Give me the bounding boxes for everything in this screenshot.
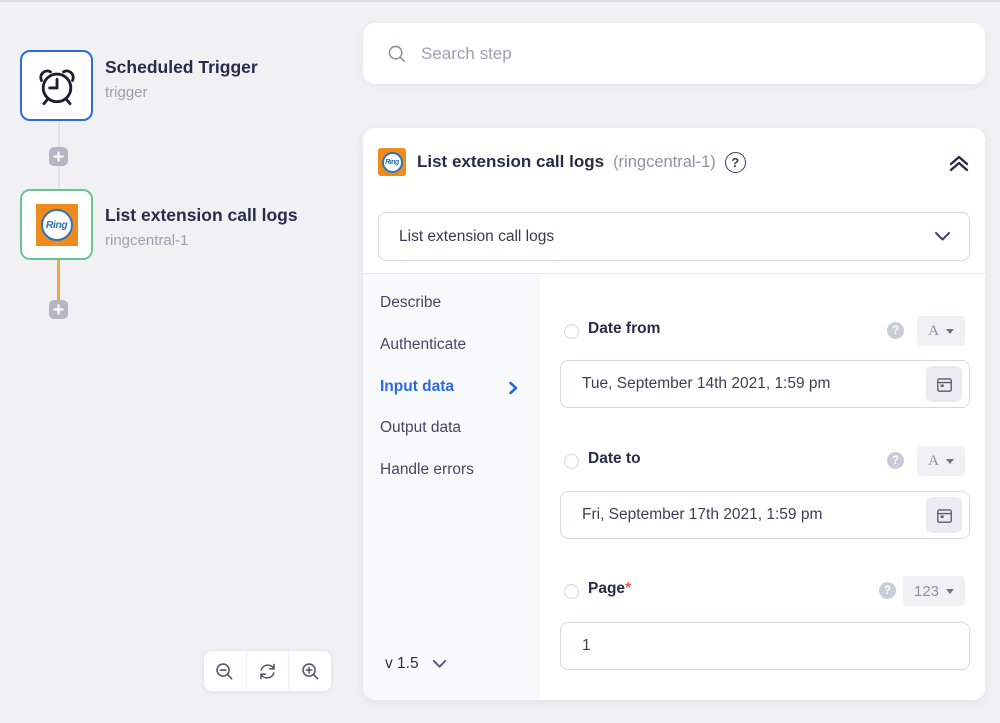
version-label: v 1.5 (385, 655, 419, 673)
tab-output-data[interactable]: Output data (380, 419, 461, 441)
tab-authenticate[interactable]: Authenticate (380, 336, 466, 358)
panel-tab-column: Describe Authenticate Input data Output … (363, 274, 540, 700)
trigger-node-subtitle: trigger (105, 84, 148, 101)
zoom-out-button[interactable] (204, 651, 246, 691)
date-from-input-wrap (560, 360, 970, 408)
chevron-right-icon (508, 381, 518, 395)
alarm-clock-icon (34, 63, 80, 109)
caret-down-icon (946, 589, 954, 594)
date-to-input-wrap (560, 491, 970, 539)
trigger-node[interactable] (20, 50, 93, 121)
date-to-radio[interactable] (564, 454, 579, 469)
ringcentral-node-title: List extension call logs (105, 205, 298, 226)
page-input-wrap (560, 622, 970, 670)
page-input[interactable] (561, 623, 969, 669)
step-search-bar (363, 23, 985, 84)
operation-select-value: List extension call logs (399, 228, 934, 246)
input-data-form: Date from ? A Date to ? A (540, 274, 985, 700)
date-to-calendar-button[interactable] (926, 497, 962, 533)
chevron-down-icon (432, 659, 447, 669)
type-chip-label: 123 (914, 583, 939, 600)
trigger-node-title: Scheduled Trigger (105, 57, 258, 78)
page-label: Page* (588, 580, 631, 598)
tab-describe[interactable]: Describe (380, 294, 441, 316)
help-icon[interactable]: ? (887, 452, 904, 469)
chevron-down-icon (934, 231, 951, 242)
tab-input-data[interactable]: Input data (380, 378, 454, 400)
tab-input-data-label: Input data (380, 378, 454, 395)
ringcentral-logo-text: Ring (385, 159, 399, 166)
step-properties-panel: Ring List extension call logs (ringcentr… (363, 128, 985, 700)
refresh-icon (257, 661, 278, 682)
collapse-panel-button[interactable] (945, 151, 973, 175)
search-icon (387, 44, 407, 64)
canvas-zoom-controls (203, 650, 332, 692)
date-from-type-chip[interactable]: A (917, 316, 965, 346)
ringcentral-node[interactable]: Ring (20, 189, 93, 260)
step-title: List extension call logs (417, 152, 604, 172)
caret-down-icon (946, 459, 954, 464)
date-to-label: Date to (588, 450, 641, 468)
date-to-input[interactable] (561, 492, 969, 538)
search-step-input[interactable] (421, 44, 985, 64)
calendar-icon (935, 375, 954, 394)
tab-handle-errors[interactable]: Handle errors (380, 461, 474, 483)
date-from-input[interactable] (561, 361, 969, 407)
caret-down-icon (946, 329, 954, 334)
page-label-text: Page (588, 580, 625, 597)
help-icon[interactable]: ? (879, 582, 896, 599)
add-step-button[interactable] (49, 300, 68, 319)
calendar-icon (935, 506, 954, 525)
help-icon[interactable]: ? (887, 322, 904, 339)
page-radio[interactable] (564, 584, 579, 599)
operation-select[interactable]: List extension call logs (378, 212, 970, 261)
version-selector[interactable]: v 1.5 (385, 655, 447, 673)
panel-body: Describe Authenticate Input data Output … (363, 274, 985, 700)
ringcentral-node-subtitle: ringcentral-1 (105, 232, 188, 249)
type-chip-label: A (928, 323, 939, 340)
help-icon[interactable]: ? (725, 152, 746, 173)
ringcentral-logo: Ring (36, 204, 78, 246)
date-from-radio[interactable] (564, 324, 579, 339)
date-from-calendar-button[interactable] (926, 366, 962, 402)
zoom-reset-button[interactable] (246, 651, 289, 691)
connector-line-orange (57, 260, 60, 300)
add-step-button[interactable] (49, 147, 68, 166)
ringcentral-logo-text: Ring (46, 219, 67, 231)
double-chevron-up-icon (947, 153, 971, 173)
required-mark: * (625, 580, 631, 597)
top-border (0, 0, 1000, 2)
ringcentral-logo: Ring (378, 148, 406, 176)
plus-icon (53, 151, 64, 162)
zoom-in-icon (300, 661, 321, 682)
date-to-type-chip[interactable]: A (917, 446, 965, 476)
panel-header: Ring List extension call logs (ringcentr… (378, 148, 746, 176)
type-chip-label: A (928, 453, 939, 470)
zoom-in-button[interactable] (288, 651, 331, 691)
date-from-label: Date from (588, 320, 660, 338)
plus-icon (53, 304, 64, 315)
step-connector-name: (ringcentral-1) (613, 153, 716, 172)
page-type-chip[interactable]: 123 (903, 576, 965, 606)
zoom-out-icon (214, 661, 235, 682)
